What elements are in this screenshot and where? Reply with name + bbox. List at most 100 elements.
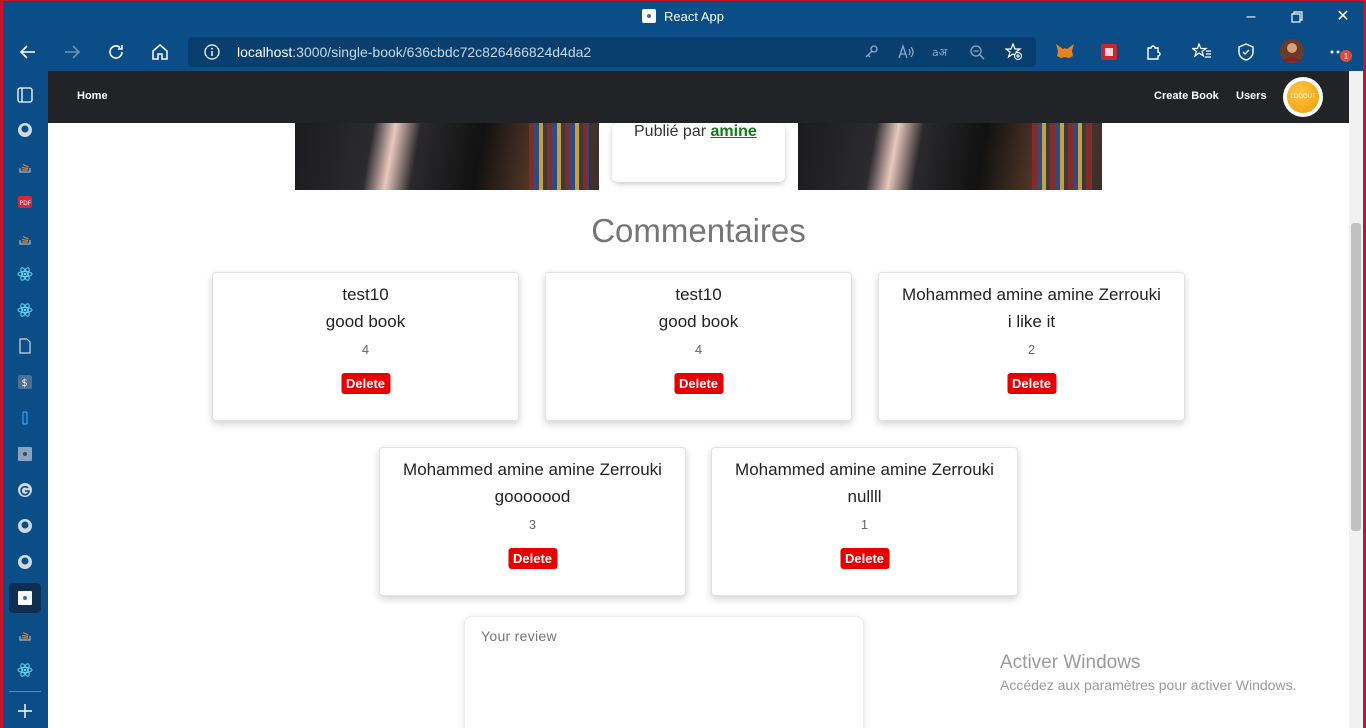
minimize-button[interactable]: – bbox=[1228, 0, 1274, 33]
author-link[interactable]: amine bbox=[711, 123, 757, 140]
url-path: :3000/single-book/636cbdc72c826466824d4d… bbox=[292, 44, 592, 60]
stackoverflow-tab-icon-2[interactable] bbox=[16, 229, 34, 247]
profile-avatar[interactable] bbox=[1280, 39, 1304, 63]
book-image-left bbox=[295, 123, 599, 190]
react-tab-icon-2[interactable] bbox=[16, 301, 34, 319]
bookshelf-graphic bbox=[529, 123, 589, 190]
stackoverflow-tab-icon-3[interactable] bbox=[16, 625, 34, 643]
book-image-right bbox=[798, 123, 1102, 190]
key-icon[interactable] bbox=[860, 41, 882, 63]
browser-essentials-icon[interactable] bbox=[1235, 41, 1257, 63]
comment-rating: 3 bbox=[528, 517, 537, 532]
url-text[interactable]: localhost:3000/single-book/636cbdc72c826… bbox=[237, 44, 591, 60]
comment-card: test10 good book 4 Delete bbox=[212, 272, 519, 421]
comment-text: gooooood bbox=[494, 487, 571, 506]
book-info-card: Publié par amine bbox=[612, 123, 785, 182]
site-info-icon[interactable] bbox=[204, 44, 220, 65]
dollar-tab-icon[interactable]: $ bbox=[16, 373, 34, 391]
notification-badge: 1 bbox=[1340, 50, 1352, 62]
nav-home-link[interactable]: Home bbox=[77, 90, 108, 102]
svg-text:PDF: PDF bbox=[20, 200, 32, 207]
review-textarea[interactable] bbox=[465, 617, 863, 728]
google-tab-icon[interactable] bbox=[16, 481, 34, 499]
address-bar[interactable]: localhost:3000/single-book/636cbdc72c826… bbox=[188, 37, 1036, 67]
react-app-tab-icon[interactable] bbox=[16, 589, 34, 607]
title-bar: React App – ✕ bbox=[0, 0, 1366, 33]
favorites-icon[interactable] bbox=[1191, 41, 1213, 63]
browser-sidebar: PDF $ bbox=[3, 71, 48, 728]
pdf-tab-icon[interactable]: PDF bbox=[16, 193, 34, 211]
web-page: Home Create Book Users LOGOUT Publié par… bbox=[48, 71, 1349, 728]
delete-comment-button[interactable]: Delete bbox=[507, 548, 558, 569]
restore-icon bbox=[1291, 11, 1303, 23]
back-arrow-icon bbox=[19, 45, 35, 59]
app-navbar: Home Create Book Users LOGOUT bbox=[48, 71, 1349, 123]
watermark-line1: Activer Windows bbox=[1000, 652, 1141, 673]
bookshelf-graphic bbox=[1032, 123, 1092, 190]
page-scrollbar[interactable] bbox=[1349, 71, 1363, 728]
nav-users-link[interactable]: Users bbox=[1236, 90, 1267, 102]
react-favicon-icon bbox=[642, 9, 656, 23]
forward-button[interactable] bbox=[56, 37, 88, 67]
svg-text:aअ: aअ bbox=[932, 46, 948, 59]
translate-icon[interactable]: aअ bbox=[930, 41, 952, 63]
nav-create-book-link[interactable]: Create Book bbox=[1154, 90, 1219, 102]
zoom-out-icon[interactable] bbox=[966, 41, 988, 63]
comments-title: Commentaires bbox=[591, 212, 806, 249]
github-tab-icon-3[interactable] bbox=[16, 553, 34, 571]
mobile-tab-icon[interactable] bbox=[16, 409, 34, 427]
github-tab-icon-2[interactable] bbox=[16, 517, 34, 535]
review-box bbox=[464, 616, 864, 728]
comment-rating: 1 bbox=[860, 517, 869, 532]
home-icon bbox=[152, 44, 168, 60]
window-title: React App bbox=[0, 9, 1366, 24]
document-tab-icon[interactable] bbox=[16, 337, 34, 355]
comment-card: Mohammed amine amine Zerrouki nullll 1 D… bbox=[711, 447, 1018, 596]
comment-rating: 4 bbox=[694, 342, 703, 357]
comment-text: nullll bbox=[847, 487, 882, 506]
app-tab-icon[interactable] bbox=[16, 445, 34, 463]
delete-comment-button[interactable]: Delete bbox=[340, 373, 391, 394]
comment-author: Mohammed amine amine Zerrouki bbox=[735, 460, 994, 479]
new-tab-plus-icon[interactable] bbox=[16, 702, 34, 720]
logout-label: LOGOUT bbox=[1287, 81, 1319, 113]
add-favorite-icon[interactable] bbox=[1003, 41, 1025, 63]
react-tab-icon[interactable] bbox=[16, 265, 34, 283]
delete-comment-button[interactable]: Delete bbox=[1006, 373, 1057, 394]
url-host: localhost bbox=[237, 44, 293, 60]
home-browser-button[interactable] bbox=[144, 37, 176, 67]
refresh-button[interactable] bbox=[100, 37, 132, 67]
extensions-icon[interactable] bbox=[1142, 41, 1164, 63]
logout-button[interactable]: LOGOUT bbox=[1283, 77, 1323, 117]
comment-card: Mohammed amine amine Zerrouki gooooood 3… bbox=[379, 447, 686, 596]
published-by: Publié par amine bbox=[634, 123, 757, 141]
refresh-icon bbox=[109, 45, 123, 59]
comment-rating: 2 bbox=[1027, 342, 1036, 357]
back-button[interactable] bbox=[12, 37, 44, 67]
metamask-extension-icon[interactable] bbox=[1054, 41, 1076, 63]
sidebar-divider bbox=[9, 691, 41, 692]
published-prefix: Publié par bbox=[634, 123, 707, 140]
comment-text: good book bbox=[658, 312, 739, 331]
window-title-text: React App bbox=[664, 9, 724, 24]
comment-text: good book bbox=[325, 312, 406, 331]
extension-red-icon[interactable] bbox=[1098, 41, 1120, 63]
browser-toolbar: localhost:3000/single-book/636cbdc72c826… bbox=[0, 33, 1366, 71]
scrollbar-thumb[interactable] bbox=[1351, 223, 1361, 531]
comment-author: test10 bbox=[675, 285, 722, 304]
comment-card: Mohammed amine amine Zerrouki i like it … bbox=[878, 272, 1185, 421]
restore-button[interactable] bbox=[1274, 0, 1320, 33]
comment-rating: 4 bbox=[361, 342, 370, 357]
watermark-line2: Accédez aux paramètres pour activer Wind… bbox=[1000, 677, 1297, 693]
github-tab-icon[interactable] bbox=[16, 121, 34, 139]
react-tab-icon-3[interactable] bbox=[16, 661, 34, 679]
close-window-button[interactable]: ✕ bbox=[1320, 0, 1366, 33]
read-aloud-icon[interactable] bbox=[895, 41, 917, 63]
delete-comment-button[interactable]: Delete bbox=[673, 373, 724, 394]
stackoverflow-tab-icon[interactable] bbox=[16, 157, 34, 175]
svg-text:$: $ bbox=[22, 378, 28, 389]
tab-actions-icon[interactable] bbox=[16, 86, 34, 104]
windows-activation-watermark: Activer Windows Accédez aux paramètres p… bbox=[1000, 652, 1296, 693]
delete-comment-button[interactable]: Delete bbox=[839, 548, 890, 569]
comment-card: test10 good book 4 Delete bbox=[545, 272, 852, 421]
